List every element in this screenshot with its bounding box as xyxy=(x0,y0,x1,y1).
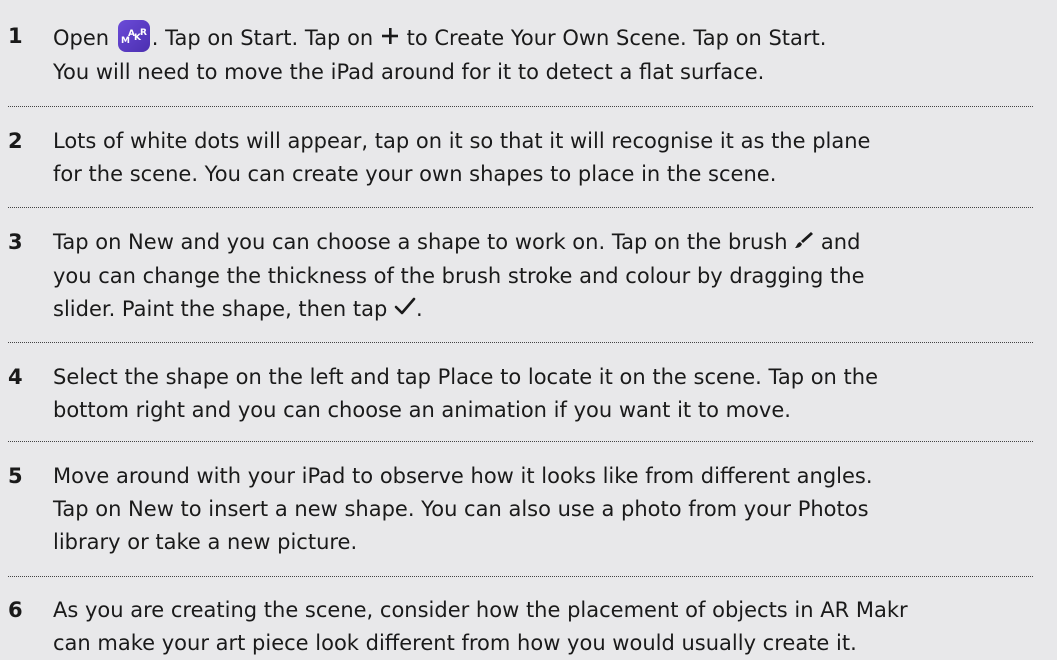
step-text: Open M A K R . Tap on Start. Tap on to C… xyxy=(53,20,1053,89)
step-number: 5 xyxy=(8,464,23,488)
plus-icon xyxy=(380,23,400,56)
step-text: Move around with your iPad to observe ho… xyxy=(53,460,1053,559)
step-line: You will need to move the iPad around fo… xyxy=(53,59,765,84)
dotted-divider xyxy=(8,576,1033,577)
dotted-divider xyxy=(8,207,1033,208)
step-text-fragment: slider. Paint the shape, then tap xyxy=(53,296,388,321)
step-line: bottom right and you can choose an anima… xyxy=(53,398,791,422)
step-text-fragment: to Create Your Own Scene. Tap on Start. xyxy=(406,26,827,50)
step-text: Tap on New and you can choose a shape to… xyxy=(53,226,1053,326)
step-number: 6 xyxy=(8,598,23,622)
step-text-fragment: and xyxy=(820,230,861,254)
step-number: 4 xyxy=(8,365,23,389)
step-text-fragment: Open xyxy=(53,26,110,50)
step-line: slider. Paint the shape, then tap . xyxy=(53,293,1053,327)
step-line: As you are creating the scene, consider … xyxy=(53,598,908,622)
step-text: Lots of white dots will appear, tap on i… xyxy=(53,125,1053,191)
step-text-fragment: Tap on New and you can choose a shape to… xyxy=(53,230,788,254)
ar-makr-app-icon: M A K R xyxy=(117,20,150,52)
step-text-fragment: . Tap on Start. Tap on xyxy=(151,26,374,50)
step-line: Lots of white dots will appear, tap on i… xyxy=(53,129,871,153)
dotted-divider xyxy=(8,106,1033,107)
step-number: 1 xyxy=(8,24,23,48)
instruction-steps: 1 Open M A K R . Tap on Start. Tap on to… xyxy=(0,0,1057,660)
step-line: Open M A K R . Tap on Start. Tap on to C… xyxy=(53,20,1053,56)
step-line: for the scene. You can create your own s… xyxy=(53,162,777,186)
step-number: 2 xyxy=(8,129,23,153)
step-line: Tap on New to insert a new shape. You ca… xyxy=(53,497,869,521)
step-line: you can change the thickness of the brus… xyxy=(53,263,865,288)
brush-icon xyxy=(794,227,814,260)
step-line: library or take a new picture. xyxy=(53,530,358,554)
dotted-divider xyxy=(8,342,1033,343)
step-line: can make your art piece look different f… xyxy=(53,631,857,655)
step-number: 3 xyxy=(8,230,23,254)
step-text: Select the shape on the left and tap Pla… xyxy=(53,361,1053,427)
svg-text:R: R xyxy=(140,28,147,38)
step-line: Move around with your iPad to observe ho… xyxy=(53,464,873,488)
step-text-fragment: . xyxy=(416,296,423,321)
step-line: Select the shape on the left and tap Pla… xyxy=(53,365,879,389)
dotted-divider xyxy=(8,441,1033,442)
step-text: As you are creating the scene, consider … xyxy=(53,594,1053,660)
step-line: Tap on New and you can choose a shape to… xyxy=(53,226,1053,260)
checkmark-icon xyxy=(394,293,416,326)
